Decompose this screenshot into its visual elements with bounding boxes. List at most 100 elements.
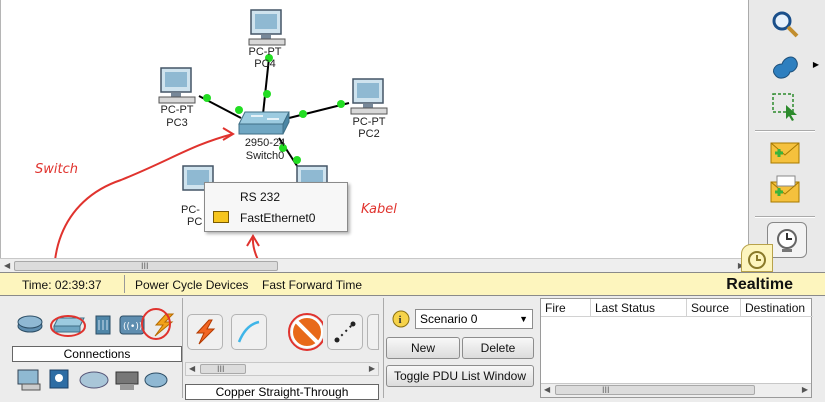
port-light [337,100,345,108]
delete-scenario-button[interactable]: Delete [462,337,534,359]
ethernet-port-icon [213,211,229,223]
wan-emulation-icon [79,371,109,389]
pc3-icon [158,67,196,104]
select-area-button[interactable] [761,86,809,126]
custom-devices-icon [115,371,139,390]
scroll-grip: III [217,364,225,374]
pc3-type-label: PC-PT [160,104,194,116]
dropdown-arrow-icon[interactable]: ▶ [813,60,819,69]
scroll-left-icon[interactable]: ◀ [544,385,550,394]
pc4-icon [248,9,286,46]
realtime-mode-button[interactable] [767,222,807,258]
console-cable-button[interactable] [231,314,267,350]
auto-connection-button[interactable] [187,314,223,350]
menu-item-fastethernet0[interactable]: FastEthernet0 [240,211,315,225]
switch-annotation: Switch [35,162,78,177]
scroll-grip: III [141,261,149,271]
tool-separator [755,216,815,218]
realtime-mode-label: Realtime [726,276,793,293]
scenario-value: Scenario 0 [420,312,478,326]
time-status-bar: Time: 02:39:37 Power Cycle Devices Fast … [0,272,825,296]
status-divider [124,275,125,293]
selected-connection-label: Copper Straight-Through [185,384,379,400]
svg-text:i: i [399,314,402,326]
chevron-down-icon: ▼ [519,314,528,324]
time-display: Time: 02:39:37 [22,278,102,292]
port-selection-menu: RS 232 FastEthernet0 [204,182,348,232]
inspect-tool-button[interactable] [761,4,809,44]
scroll-left-icon[interactable]: ◀ [189,364,195,373]
column-header-last-status[interactable]: Last Status [591,299,687,317]
arrow-to-popup [251,235,259,258]
routers-icon [17,315,43,333]
pc-hidden-name-label: PC [187,216,203,228]
scroll-right-icon[interactable]: ▶ [802,385,808,394]
connection-types-panel: ◀ III ▶ Copper Straight-Through [182,298,379,400]
pc4-type-label: PC-PT [248,46,282,58]
security-icon [49,369,69,389]
bottom-toolbox: ((•)) Connections ◀ III ▶ Copper Straigh… [0,296,825,402]
device-category-panel: ((•)) Connections [8,302,182,396]
port-light [235,106,243,114]
console-cable-icon [237,320,260,343]
scroll-grip: III [602,385,610,395]
next-connection-tile[interactable] [367,314,379,350]
pdu-list-table: Fire Last Status Source Destination ◀ II… [540,298,813,398]
info-icon[interactable]: i [392,310,410,328]
magnifier-icon [772,11,799,38]
realtime-tab[interactable] [741,244,773,272]
switch0-name-label: Switch0 [245,150,285,162]
end-devices-icon [17,369,41,391]
switch0-type-label: 2950-24 [244,137,286,149]
logical-workspace[interactable]: PC-PT PC4 PC-PT PC3 PC-PT PC2 2950-24 Sw… [0,0,748,258]
complex-pdu-envelope-icon [770,175,800,203]
category-icons-row2 [17,369,168,391]
scroll-thumb[interactable]: III [555,385,755,395]
toggle-pdu-list-button[interactable]: Toggle PDU List Window [386,365,534,387]
pc4-name-label: PC4 [254,58,276,70]
column-header-source[interactable]: Source [687,299,741,317]
add-simple-pdu-button[interactable] [761,132,809,172]
scroll-thumb[interactable]: III [200,364,246,374]
common-tools-bar: ▶ [741,0,825,272]
kabel-annotation: Kabel [361,202,397,217]
scroll-left-icon[interactable]: ◀ [4,261,10,270]
pc2-icon [350,78,388,115]
lightning-icon [195,319,216,345]
port-light [203,94,211,102]
switch0-icon [238,111,290,135]
pc3-name-label: PC3 [166,117,188,129]
scroll-thumb[interactable]: III [14,261,278,271]
simple-pdu-envelope-icon [770,142,800,164]
no-entry-icon [288,313,323,351]
column-header-destination[interactable]: Destination [741,299,813,317]
menu-item-rs232[interactable]: RS 232 [240,190,280,204]
add-complex-pdu-button[interactable] [761,170,809,210]
arrow-head [222,127,235,141]
fast-forward-time-button[interactable]: Fast Forward Time [262,278,362,292]
packet-tracer-window: PC-PT PC4 PC-PT PC3 PC-PT PC2 2950-24 Sw… [0,0,825,402]
select-area-icon [772,93,797,121]
connections-scrollbar[interactable]: ◀ III ▶ [185,362,379,376]
pc2-type-label: PC-PT [352,116,386,128]
column-header-fire[interactable]: Fire [541,299,591,317]
scenario-dropdown[interactable]: Scenario 0 ▼ [415,309,533,329]
copper-cross-over-button[interactable] [327,314,363,350]
port-light [263,90,271,98]
scroll-right-icon[interactable]: ▶ [369,364,375,373]
copper-straight-through-button[interactable] [287,313,323,351]
scenario-panel: i Scenario 0 ▼ New Delete Toggle PDU Lis… [383,298,536,398]
new-scenario-button[interactable]: New [386,337,460,359]
pc2-name-label: PC2 [358,128,380,140]
resize-shape-button[interactable]: ▶ [761,46,819,86]
device-category-label: Connections [12,346,182,362]
power-cycle-devices-button[interactable]: Power Cycle Devices [135,278,248,292]
port-light [293,156,301,164]
realtime-clock-icon [777,229,797,252]
crossover-cable-icon [334,321,356,343]
stopwatch-icon [748,251,766,269]
pdu-table-scrollbar[interactable]: ◀ III ▶ [541,383,811,397]
connections-highlight-circle [141,308,171,340]
workspace-horizontal-scrollbar[interactable]: ◀ III ▶ [0,258,748,272]
switch-highlight-circle [50,315,86,337]
